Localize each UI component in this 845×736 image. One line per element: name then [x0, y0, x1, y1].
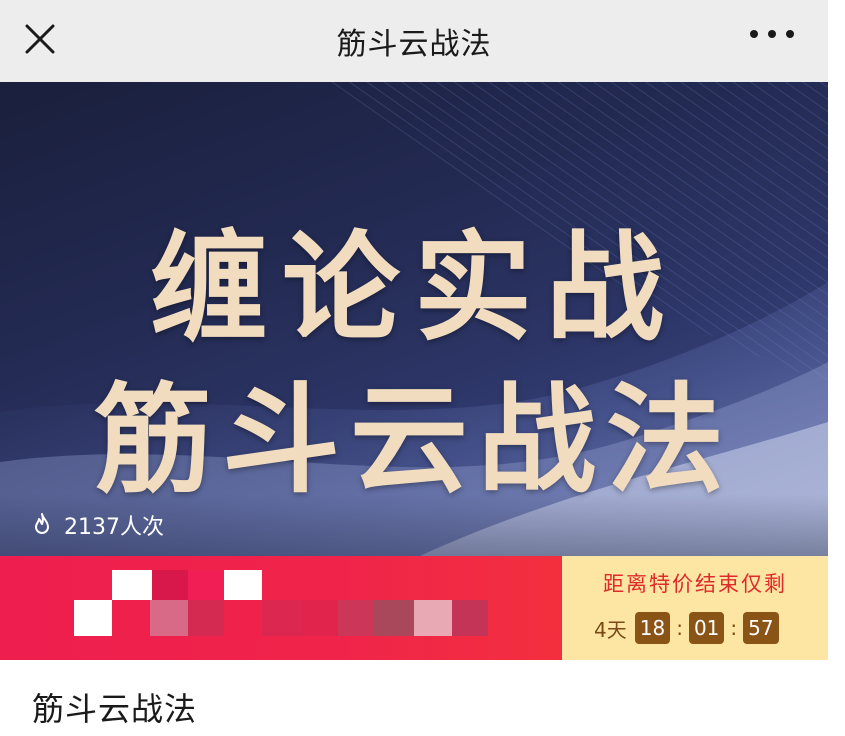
close-icon[interactable]: [22, 21, 58, 57]
countdown-separator: :: [676, 616, 683, 640]
course-banner[interactable]: 缠论实战 筋斗云战法 2137人次: [0, 82, 828, 556]
countdown-seconds: 57: [743, 612, 779, 644]
more-icon[interactable]: [750, 26, 794, 42]
countdown-minutes: 01: [688, 612, 725, 644]
banner-headline-1: 缠论实战: [149, 219, 678, 357]
fire-icon: [35, 513, 49, 534]
countdown-timer: 4天 18 : 01 : 57: [594, 612, 779, 644]
nav-bar: 筋斗云战法: [0, 0, 828, 82]
view-count: 2137人次: [0, 494, 828, 556]
promo-price-area: [0, 556, 562, 660]
countdown-label: 距离特价结束仅剩: [603, 572, 787, 596]
countdown-hours: 18: [634, 612, 671, 644]
countdown-panel: 距离特价结束仅剩 4天 18 : 01 : 57: [562, 556, 828, 660]
banner-headline-2: 筋斗云战法: [93, 371, 734, 509]
countdown-separator: :: [730, 616, 738, 640]
view-count-text: 2137人次: [64, 515, 164, 540]
countdown-days: 4天: [594, 617, 627, 642]
course-title: 筋斗云战法: [32, 690, 198, 728]
page-title: 筋斗云战法: [336, 27, 492, 62]
